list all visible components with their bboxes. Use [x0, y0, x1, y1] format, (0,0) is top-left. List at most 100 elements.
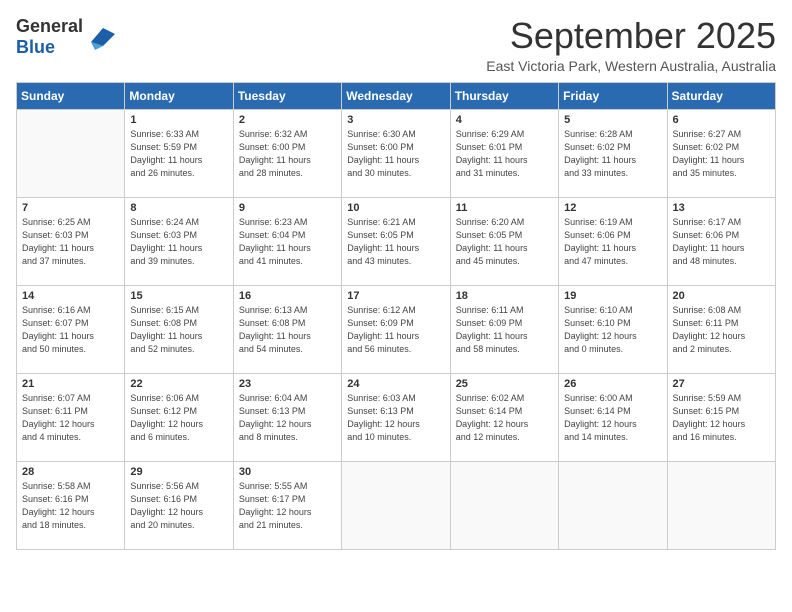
- calendar-cell: 13 Sunrise: 6:17 AM Sunset: 6:06 PM Dayli…: [667, 197, 775, 285]
- day-info: Sunrise: 5:56 AM Sunset: 6:16 PM Dayligh…: [130, 480, 227, 532]
- calendar-cell: 14Sunrise: 6:16 AM Sunset: 6:07 PM Dayli…: [17, 285, 125, 373]
- logo-general: General: [16, 16, 83, 36]
- day-info: Sunrise: 6:17 AM Sunset: 6:06 PM Dayligh…: [673, 216, 770, 268]
- calendar-cell: 4 Sunrise: 6:29 AM Sunset: 6:01 PM Daylig…: [450, 109, 558, 197]
- week-row-3: 14Sunrise: 6:16 AM Sunset: 6:07 PM Dayli…: [17, 285, 776, 373]
- logo: General Blue: [16, 16, 115, 58]
- day-info: Sunrise: 6:32 AM Sunset: 6:00 PM Dayligh…: [239, 128, 336, 180]
- calendar-cell: 10Sunrise: 6:21 AM Sunset: 6:05 PM Dayli…: [342, 197, 450, 285]
- calendar-cell: 7 Sunrise: 6:25 AM Sunset: 6:03 PM Daylig…: [17, 197, 125, 285]
- day-number: 29: [130, 466, 227, 478]
- day-number: 22: [130, 378, 227, 390]
- calendar-cell: 12Sunrise: 6:19 AM Sunset: 6:06 PM Dayli…: [559, 197, 667, 285]
- day-number: 15: [130, 290, 227, 302]
- day-number: 8: [130, 202, 227, 214]
- day-info: Sunrise: 6:29 AM Sunset: 6:01 PM Dayligh…: [456, 128, 553, 180]
- day-number: 3: [347, 114, 444, 126]
- day-info: Sunrise: 6:04 AM Sunset: 6:13 PM Dayligh…: [239, 392, 336, 444]
- calendar-cell: 18 Sunrise: 6:11 AM Sunset: 6:09 PM Dayli…: [450, 285, 558, 373]
- calendar-cell: 19 Sunrise: 6:10 AM Sunset: 6:10 PM Dayli…: [559, 285, 667, 373]
- day-info: Sunrise: 6:00 AM Sunset: 6:14 PM Dayligh…: [564, 392, 661, 444]
- weekday-header-saturday: Saturday: [667, 82, 775, 109]
- logo-text: General Blue: [16, 16, 83, 58]
- week-row-2: 7 Sunrise: 6:25 AM Sunset: 6:03 PM Daylig…: [17, 197, 776, 285]
- calendar-cell: [342, 461, 450, 549]
- day-info: Sunrise: 6:11 AM Sunset: 6:09 PM Dayligh…: [456, 304, 553, 356]
- day-info: Sunrise: 5:55 AM Sunset: 6:17 PM Dayligh…: [239, 480, 336, 532]
- day-number: 14: [22, 290, 119, 302]
- week-row-5: 28 Sunrise: 5:58 AM Sunset: 6:16 PM Dayli…: [17, 461, 776, 549]
- day-number: 26: [564, 378, 661, 390]
- day-number: 16: [239, 290, 336, 302]
- weekday-header-wednesday: Wednesday: [342, 82, 450, 109]
- calendar-cell: 1Sunrise: 6:33 AM Sunset: 5:59 PM Daylig…: [125, 109, 233, 197]
- page-header: General Blue September 2025 East Victori…: [16, 16, 776, 74]
- day-number: 7: [22, 202, 119, 214]
- day-number: 2: [239, 114, 336, 126]
- day-number: 5: [564, 114, 661, 126]
- calendar-table: SundayMondayTuesdayWednesdayThursdayFrid…: [16, 82, 776, 550]
- day-info: Sunrise: 6:15 AM Sunset: 6:08 PM Dayligh…: [130, 304, 227, 356]
- day-number: 24: [347, 378, 444, 390]
- calendar-cell: 27Sunrise: 5:59 AM Sunset: 6:15 PM Dayli…: [667, 373, 775, 461]
- week-row-1: 1Sunrise: 6:33 AM Sunset: 5:59 PM Daylig…: [17, 109, 776, 197]
- calendar-cell: 11 Sunrise: 6:20 AM Sunset: 6:05 PM Dayli…: [450, 197, 558, 285]
- day-info: Sunrise: 6:23 AM Sunset: 6:04 PM Dayligh…: [239, 216, 336, 268]
- week-row-4: 21 Sunrise: 6:07 AM Sunset: 6:11 PM Dayli…: [17, 373, 776, 461]
- day-info: Sunrise: 6:06 AM Sunset: 6:12 PM Dayligh…: [130, 392, 227, 444]
- day-number: 21: [22, 378, 119, 390]
- calendar-cell: [559, 461, 667, 549]
- calendar-cell: 22 Sunrise: 6:06 AM Sunset: 6:12 PM Dayli…: [125, 373, 233, 461]
- day-number: 13: [673, 202, 770, 214]
- calendar-cell: 25 Sunrise: 6:02 AM Sunset: 6:14 PM Dayli…: [450, 373, 558, 461]
- calendar-cell: [17, 109, 125, 197]
- weekday-header-tuesday: Tuesday: [233, 82, 341, 109]
- day-number: 18: [456, 290, 553, 302]
- weekday-header-thursday: Thursday: [450, 82, 558, 109]
- day-number: 4: [456, 114, 553, 126]
- day-number: 25: [456, 378, 553, 390]
- calendar-cell: 5 Sunrise: 6:28 AM Sunset: 6:02 PM Daylig…: [559, 109, 667, 197]
- calendar-cell: [450, 461, 558, 549]
- day-info: Sunrise: 6:19 AM Sunset: 6:06 PM Dayligh…: [564, 216, 661, 268]
- day-number: 20: [673, 290, 770, 302]
- day-info: Sunrise: 6:27 AM Sunset: 6:02 PM Dayligh…: [673, 128, 770, 180]
- weekday-header-friday: Friday: [559, 82, 667, 109]
- calendar-cell: 23 Sunrise: 6:04 AM Sunset: 6:13 PM Dayli…: [233, 373, 341, 461]
- calendar-cell: 8Sunrise: 6:24 AM Sunset: 6:03 PM Daylig…: [125, 197, 233, 285]
- calendar-cell: 21 Sunrise: 6:07 AM Sunset: 6:11 PM Dayli…: [17, 373, 125, 461]
- weekday-header-sunday: Sunday: [17, 82, 125, 109]
- day-number: 6: [673, 114, 770, 126]
- day-number: 17: [347, 290, 444, 302]
- day-info: Sunrise: 6:25 AM Sunset: 6:03 PM Dayligh…: [22, 216, 119, 268]
- day-info: Sunrise: 6:08 AM Sunset: 6:11 PM Dayligh…: [673, 304, 770, 356]
- calendar-cell: 17 Sunrise: 6:12 AM Sunset: 6:09 PM Dayli…: [342, 285, 450, 373]
- day-number: 23: [239, 378, 336, 390]
- calendar-cell: 26 Sunrise: 6:00 AM Sunset: 6:14 PM Dayli…: [559, 373, 667, 461]
- day-number: 1: [130, 114, 227, 126]
- day-info: Sunrise: 6:07 AM Sunset: 6:11 PM Dayligh…: [22, 392, 119, 444]
- day-info: Sunrise: 6:30 AM Sunset: 6:00 PM Dayligh…: [347, 128, 444, 180]
- day-info: Sunrise: 6:20 AM Sunset: 6:05 PM Dayligh…: [456, 216, 553, 268]
- day-info: Sunrise: 6:28 AM Sunset: 6:02 PM Dayligh…: [564, 128, 661, 180]
- day-info: Sunrise: 6:21 AM Sunset: 6:05 PM Dayligh…: [347, 216, 444, 268]
- logo-icon: [83, 24, 115, 50]
- location: East Victoria Park, Western Australia, A…: [486, 58, 776, 74]
- day-info: Sunrise: 6:03 AM Sunset: 6:13 PM Dayligh…: [347, 392, 444, 444]
- day-number: 9: [239, 202, 336, 214]
- calendar-cell: 30Sunrise: 5:55 AM Sunset: 6:17 PM Dayli…: [233, 461, 341, 549]
- calendar-cell: 16Sunrise: 6:13 AM Sunset: 6:08 PM Dayli…: [233, 285, 341, 373]
- calendar-cell: 24 Sunrise: 6:03 AM Sunset: 6:13 PM Dayli…: [342, 373, 450, 461]
- day-info: Sunrise: 6:10 AM Sunset: 6:10 PM Dayligh…: [564, 304, 661, 356]
- day-number: 11: [456, 202, 553, 214]
- day-number: 19: [564, 290, 661, 302]
- weekday-header-row: SundayMondayTuesdayWednesdayThursdayFrid…: [17, 82, 776, 109]
- day-info: Sunrise: 6:12 AM Sunset: 6:09 PM Dayligh…: [347, 304, 444, 356]
- day-number: 28: [22, 466, 119, 478]
- day-info: Sunrise: 6:02 AM Sunset: 6:14 PM Dayligh…: [456, 392, 553, 444]
- calendar-cell: 29 Sunrise: 5:56 AM Sunset: 6:16 PM Dayli…: [125, 461, 233, 549]
- day-info: Sunrise: 5:58 AM Sunset: 6:16 PM Dayligh…: [22, 480, 119, 532]
- calendar-cell: 28 Sunrise: 5:58 AM Sunset: 6:16 PM Dayli…: [17, 461, 125, 549]
- day-info: Sunrise: 5:59 AM Sunset: 6:15 PM Dayligh…: [673, 392, 770, 444]
- calendar-cell: [667, 461, 775, 549]
